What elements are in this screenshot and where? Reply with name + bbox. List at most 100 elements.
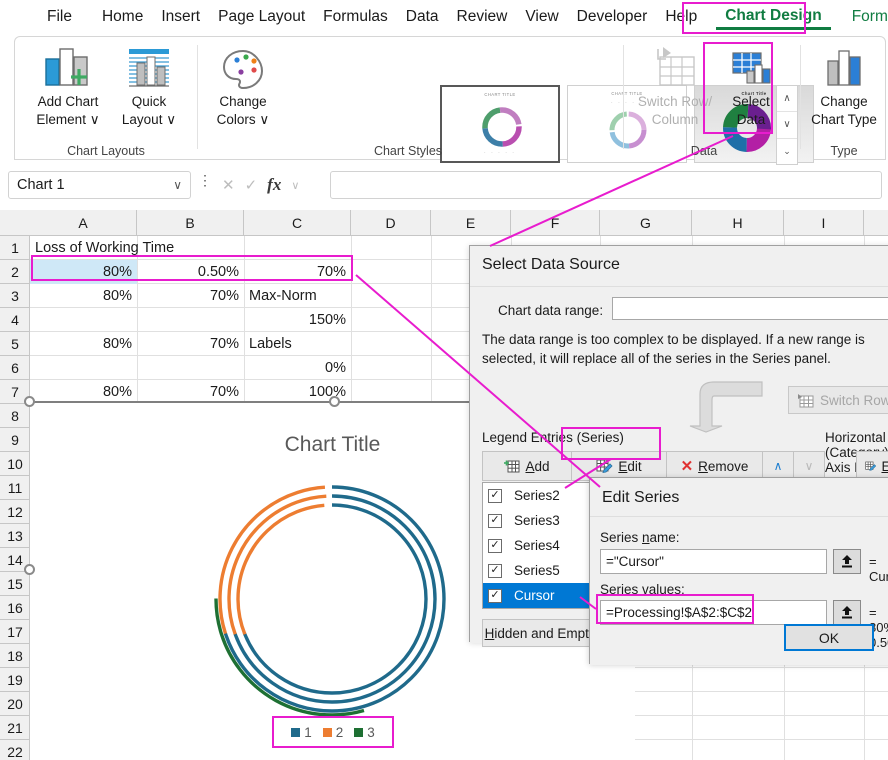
range-picker-up-arrow-icon-2 <box>841 606 853 619</box>
select-data-icon <box>727 43 775 93</box>
confirm-formula-icon[interactable]: ✓ <box>245 176 258 194</box>
add-chart-element-label: Add Chart Element ∨ <box>36 93 99 129</box>
series3-checkbox[interactable]: ✓ <box>488 514 502 528</box>
row-header-20[interactable]: 20 <box>0 692 30 716</box>
column-header-i[interactable]: I <box>784 210 864 236</box>
cell-c2[interactable]: 70% <box>244 260 351 284</box>
cell-c3[interactable]: Max-Norm <box>244 284 351 308</box>
column-header-b[interactable]: B <box>137 210 244 236</box>
column-header-a[interactable]: A <box>30 210 137 236</box>
row-header-22[interactable]: 22 <box>0 740 30 760</box>
ok-button[interactable]: OK <box>784 624 874 651</box>
column-header-f[interactable]: F <box>511 210 600 236</box>
row-header-6[interactable]: 6 <box>0 356 30 380</box>
legend-entries-label: Legend Entries (Series) <box>482 430 624 445</box>
row-header-16[interactable]: 16 <box>0 596 30 620</box>
column-header-h[interactable]: H <box>692 210 784 236</box>
row-header-21[interactable]: 21 <box>0 716 30 740</box>
cell-b5[interactable]: 70% <box>137 332 244 356</box>
legend-item-3[interactable]: 3 <box>354 725 375 740</box>
cell-a3[interactable]: 80% <box>30 284 137 308</box>
formula-input[interactable] <box>330 171 882 199</box>
row-header-19[interactable]: 19 <box>0 668 30 692</box>
series-name-input[interactable]: ="Cursor" <box>600 549 827 574</box>
select-data-button[interactable]: Select Data <box>720 43 782 129</box>
series-name-result: = Cursor <box>869 554 888 584</box>
ribbon-group-data: Switch Row/ Column Select Data Data <box>624 37 799 161</box>
chevron-down-icon[interactable]: ∨ <box>173 178 182 192</box>
row-header-1[interactable]: 1 <box>0 236 30 260</box>
cursor-checkbox[interactable]: ✓ <box>488 589 502 603</box>
tab-formulas[interactable]: Formulas <box>314 5 397 29</box>
chart-legend[interactable]: 1 2 3 <box>272 716 394 748</box>
series5-checkbox[interactable]: ✓ <box>488 564 502 578</box>
series-values-input[interactable]: =Processing!$A$2:$C$2 <box>600 600 827 625</box>
cell-c4[interactable]: 150% <box>244 308 351 332</box>
row-header-13[interactable]: 13 <box>0 524 30 548</box>
tab-developer[interactable]: Developer <box>568 5 657 29</box>
ring-4-segment-green <box>189 456 476 743</box>
row-header-11[interactable]: 11 <box>0 476 30 500</box>
edit-series-dialog[interactable]: Edit Series Series name: ="Cursor" = Cur… <box>589 477 888 664</box>
row-header-12[interactable]: 12 <box>0 500 30 524</box>
tab-help[interactable]: Help <box>656 5 706 29</box>
tab-format[interactable]: Format <box>843 5 888 29</box>
legend-item-1[interactable]: 1 <box>291 725 312 740</box>
row-header-2[interactable]: 2 <box>0 260 30 284</box>
tab-chart-design[interactable]: Chart Design <box>716 4 830 30</box>
series2-checkbox[interactable]: ✓ <box>488 489 502 503</box>
row-header-18[interactable]: 18 <box>0 644 30 668</box>
cell-c6[interactable]: 0% <box>244 356 351 380</box>
tab-view[interactable]: View <box>516 5 567 29</box>
chart-resize-handle-top-center[interactable] <box>329 396 340 407</box>
column-header-c[interactable]: C <box>244 210 351 236</box>
name-box-value: Chart 1 <box>17 177 65 193</box>
select-data-source-title: Select Data Source <box>482 256 620 274</box>
series-values-range-picker-button[interactable] <box>833 600 861 625</box>
tab-file[interactable]: File <box>38 5 81 29</box>
series4-checkbox[interactable]: ✓ <box>488 539 502 553</box>
row-header-10[interactable]: 10 <box>0 452 30 476</box>
cell-a5[interactable]: 80% <box>30 332 137 356</box>
cell-a1[interactable]: Loss of Working Time <box>30 236 244 260</box>
cell-b3[interactable]: 70% <box>137 284 244 308</box>
cell-a2[interactable]: 80% <box>30 260 137 284</box>
column-header-g[interactable]: G <box>600 210 692 236</box>
chart-data-range-input[interactable] <box>612 297 888 320</box>
add-series-button[interactable]: Add <box>482 451 572 481</box>
edit-series-label: Edit <box>618 459 641 474</box>
quick-layout-icon <box>125 43 173 93</box>
tab-insert[interactable]: Insert <box>152 5 209 29</box>
row-header-8[interactable]: 8 <box>0 404 30 428</box>
cancel-formula-icon[interactable]: ✕ <box>222 176 235 194</box>
row-header-3[interactable]: 3 <box>0 284 30 308</box>
tab-review[interactable]: Review <box>448 5 517 29</box>
formula-chevron-down-icon[interactable]: ∨ <box>291 179 299 192</box>
chart-data-range-label-text: Chart data range: <box>498 303 603 318</box>
legend-item-2[interactable]: 2 <box>323 725 344 740</box>
add-chart-element-button[interactable]: Add Chart Element ∨ <box>27 43 109 129</box>
name-box[interactable]: Chart 1 ∨ <box>8 171 191 199</box>
quick-layout-button[interactable]: Quick Layout ∨ <box>113 43 185 129</box>
more-options-kebab-icon[interactable]: ⋮ <box>198 176 212 184</box>
change-chart-type-button[interactable]: Change Chart Type <box>804 43 884 129</box>
row-header-5[interactable]: 5 <box>0 332 30 356</box>
column-header-d[interactable]: D <box>351 210 431 236</box>
change-chart-type-icon <box>820 43 868 93</box>
change-colors-button[interactable]: Change Colors ∨ <box>207 43 279 129</box>
row-header-15[interactable]: 15 <box>0 572 30 596</box>
row-header-9[interactable]: 9 <box>0 428 30 452</box>
add-table-icon <box>504 459 520 473</box>
tab-page-layout[interactable]: Page Layout <box>209 5 314 29</box>
cell-c5[interactable]: Labels <box>244 332 351 356</box>
tab-data[interactable]: Data <box>397 5 448 29</box>
legend-label-1: 1 <box>304 725 312 740</box>
insert-function-icon[interactable]: fx <box>267 175 281 195</box>
tab-home[interactable]: Home <box>93 5 152 29</box>
chart-resize-handle-top-left[interactable] <box>24 396 35 407</box>
series-name-range-picker-button[interactable] <box>833 549 861 574</box>
row-header-4[interactable]: 4 <box>0 308 30 332</box>
row-header-17[interactable]: 17 <box>0 620 30 644</box>
column-header-e[interactable]: E <box>431 210 511 236</box>
cell-b2[interactable]: 0.50% <box>137 260 244 284</box>
